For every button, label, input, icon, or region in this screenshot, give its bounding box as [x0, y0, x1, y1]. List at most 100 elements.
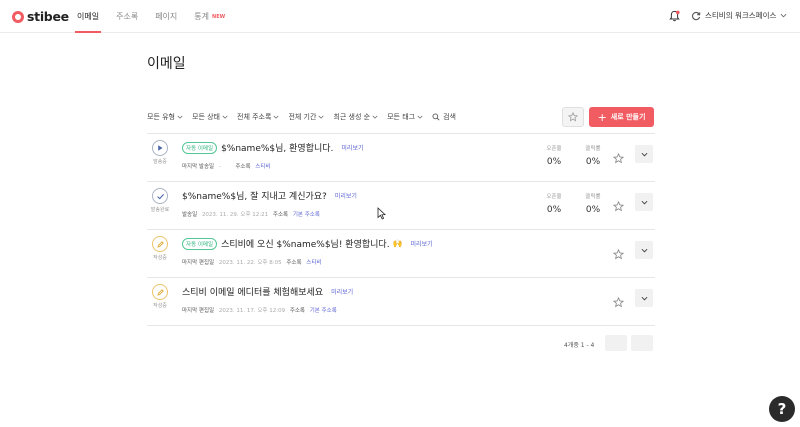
notification-bell-icon[interactable] — [669, 10, 680, 22]
chevron-down-icon — [372, 115, 378, 119]
email-title[interactable]: $%name%$님, 잘 지내고 계신가요? — [182, 189, 327, 202]
search-button[interactable]: 검색 — [432, 112, 456, 122]
star-icon[interactable] — [613, 153, 624, 164]
play-icon — [152, 140, 168, 156]
status-indicator: 발송완료 — [147, 188, 173, 213]
address-book-label: 주소록 — [286, 260, 302, 266]
raised-hands-icon: 🙌 — [392, 239, 403, 248]
expand-row-button[interactable] — [635, 145, 653, 163]
filter-tags-label: 모든 태그 — [387, 113, 416, 121]
expand-row-button[interactable] — [635, 193, 653, 211]
date-value: 2023. 11. 22. 오후 8:05 — [218, 260, 282, 266]
email-title[interactable]: 스티비 이메일 에디터를 체험해보세요 — [182, 285, 323, 298]
next-page-button[interactable] — [631, 335, 653, 351]
open-rate-value: 0% — [546, 205, 562, 215]
click-rate-label: 클릭률 — [585, 146, 601, 152]
check-icon — [152, 188, 168, 204]
email-meta: 발송일 2023. 11. 29. 오후 12:21 주소록 기본 주소록 — [182, 210, 320, 218]
page-title: 이메일 — [147, 56, 186, 72]
stibee-logo[interactable]: stibee — [12, 9, 69, 24]
email-meta: 마지막 발송일 - 주소록 스티비 — [182, 162, 270, 170]
filter-period-label: 전체 기간 — [288, 113, 317, 121]
chevron-down-icon — [641, 152, 647, 156]
expand-row-button[interactable] — [635, 289, 653, 307]
star-icon[interactable] — [613, 201, 624, 212]
star-icon — [568, 112, 578, 122]
help-button[interactable]: ? — [769, 396, 795, 422]
new-email-button[interactable]: + 새로 만들기 — [589, 107, 654, 127]
search-icon — [432, 113, 440, 121]
date-label: 마지막 발송일 — [182, 164, 215, 170]
email-row[interactable]: 발송중 자동 이메일 $%name%$님, 환영합니다. 미리보기 마지막 발송… — [147, 134, 655, 182]
status-indicator: 작성중 — [147, 236, 173, 261]
filter-bar: 모든 유형 모든 상태 전체 주소록 전체 기간 최근 생성 순 모든 태그 검… — [147, 110, 456, 124]
preview-link[interactable]: 미리보기 — [335, 191, 357, 200]
email-title[interactable]: $%name%$님, 환영합니다. — [221, 141, 333, 154]
expand-row-button[interactable] — [635, 241, 653, 259]
filter-address-book-dropdown[interactable]: 전체 주소록 — [237, 112, 279, 122]
chevron-down-icon — [641, 248, 647, 252]
address-book-link[interactable]: 기본 주소록 — [310, 308, 337, 314]
star-icon[interactable] — [613, 249, 624, 260]
logo-text: stibee — [27, 9, 69, 24]
email-meta: 마지막 편집일 2023. 11. 22. 오후 8:05 주소록 스티비 — [182, 258, 321, 266]
email-row[interactable]: 작성중 스티비 이메일 에디터를 체험해보세요 미리보기 마지막 편집일 202… — [147, 278, 655, 326]
open-rate-stat: 오픈율 0% — [537, 192, 571, 215]
chevron-down-icon — [177, 115, 183, 119]
preview-link[interactable]: 미리보기 — [411, 239, 433, 248]
date-label: 발송일 — [182, 212, 198, 218]
address-book-link[interactable]: 기본 주소록 — [293, 212, 320, 218]
prev-page-button[interactable] — [605, 335, 627, 351]
email-row[interactable]: 작성중 자동 이메일 스티비에 오신 $%name%$님! 환영합니다. 🙌 미… — [147, 230, 655, 278]
open-rate-value: 0% — [546, 157, 562, 167]
refresh-icon — [692, 11, 701, 20]
chevron-down-icon — [417, 115, 423, 119]
new-badge: NEW — [212, 13, 226, 20]
chevron-down-icon — [318, 115, 324, 119]
chevron-down-icon — [780, 13, 787, 18]
click-rate-value: 0% — [585, 205, 601, 215]
status-label: 발송완료 — [150, 207, 170, 213]
preview-link[interactable]: 미리보기 — [341, 143, 363, 152]
date-label: 마지막 편집일 — [182, 308, 215, 314]
email-list: 발송중 자동 이메일 $%name%$님, 환영합니다. 미리보기 마지막 발송… — [147, 133, 655, 326]
search-label: 검색 — [443, 113, 456, 121]
status-label: 작성중 — [153, 303, 167, 309]
star-icon[interactable] — [613, 297, 624, 308]
open-rate-stat: 오픈율 0% — [537, 144, 571, 167]
filter-tags-dropdown[interactable]: 모든 태그 — [387, 112, 423, 122]
nav-item-address-book-label: 주소록 — [116, 12, 139, 21]
nav-item-stats[interactable]: 통계 NEW — [194, 0, 225, 33]
address-book-label: 주소록 — [272, 212, 289, 218]
filter-status-dropdown[interactable]: 모든 상태 — [192, 112, 228, 122]
preview-link[interactable]: 미리보기 — [331, 287, 353, 296]
filter-status-label: 모든 상태 — [192, 113, 220, 121]
nav-item-page[interactable]: 페이지 — [155, 0, 177, 33]
nav-item-stats-label: 통계 — [194, 12, 210, 21]
favorites-filter-button[interactable] — [562, 107, 584, 127]
email-row[interactable]: 발송완료 $%name%$님, 잘 지내고 계신가요? 미리보기 발송일 202… — [147, 182, 655, 230]
open-rate-label: 오픈율 — [546, 194, 562, 200]
address-book-link[interactable]: 스티비 — [255, 164, 270, 170]
workspace-switcher[interactable]: 스티비의 워크스페이스 — [691, 10, 787, 21]
sort-label: 최근 생성 순 — [333, 113, 371, 121]
help-icon: ? — [777, 400, 787, 418]
sort-dropdown[interactable]: 최근 생성 순 — [333, 112, 378, 122]
mouse-cursor-icon — [377, 207, 386, 220]
nav-item-address-book[interactable]: 주소록 — [116, 0, 138, 33]
email-title[interactable]: 스티비에 오신 $%name%$님! 환영합니다. — [221, 237, 390, 250]
status-label: 작성중 — [153, 255, 167, 261]
click-rate-stat: 클릭률 0% — [576, 192, 610, 215]
status-indicator: 발송중 — [147, 140, 173, 165]
chevron-down-icon — [273, 115, 279, 119]
nav-item-page-label: 페이지 — [155, 12, 178, 21]
click-rate-value: 0% — [585, 157, 601, 167]
address-book-link[interactable]: 스티비 — [306, 260, 321, 266]
address-book-label: 주소록 — [235, 164, 251, 170]
nav-item-email[interactable]: 이메일 — [74, 0, 102, 33]
top-navigation: stibee 이메일 주소록 페이지 통계 NEW 스티비의 워크스페이스 — [0, 0, 800, 33]
logo-mark-icon — [12, 10, 24, 23]
status-label: 발송중 — [153, 159, 167, 165]
filter-period-dropdown[interactable]: 전체 기간 — [288, 112, 324, 122]
filter-type-dropdown[interactable]: 모든 유형 — [147, 112, 183, 122]
